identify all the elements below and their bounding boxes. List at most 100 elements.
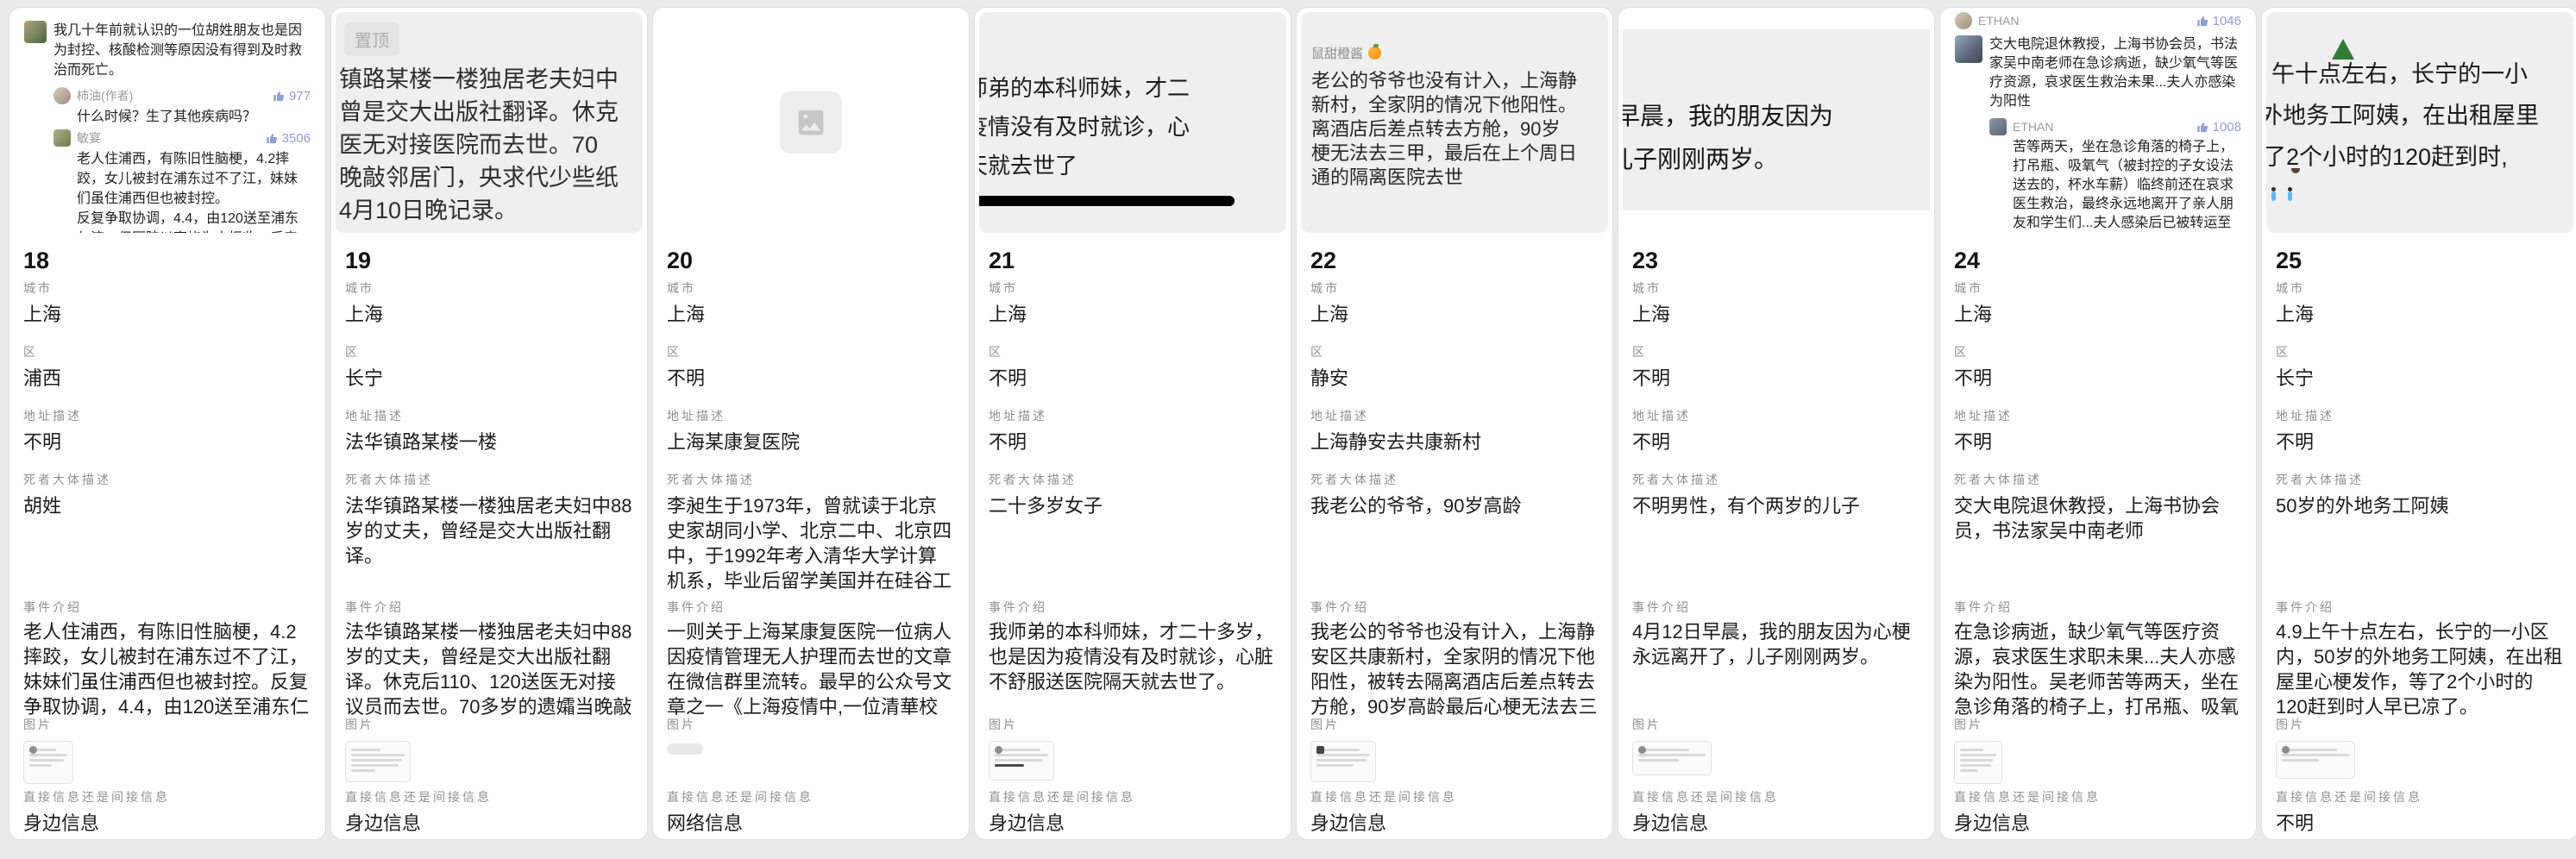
field-value-event: 我师弟的本科师妹，才二十多岁，也是因为疫情没有及时就诊，心脏不舒服送医院隔天就去…: [989, 619, 1277, 694]
record-number: 20: [667, 241, 955, 279]
record-card-19[interactable]: 置顶 镇路某楼一楼独居老夫妇中 曾是交大出版社翻译。休克 医无对接医院而去世。7…: [330, 7, 648, 840]
field-label-direct: 直接信息还是间接信息: [1632, 788, 1920, 806]
field-label-direct: 直接信息还是间接信息: [989, 788, 1277, 806]
field-label-address: 地址描述: [1954, 407, 2242, 424]
field-value-address: 上海静安去共康新村: [1310, 430, 1599, 455]
attachment-preview[interactable]: 置顶 镇路某楼一楼独居老夫妇中 曾是交大出版社翻译。休克 医无对接医院而去世。7…: [336, 12, 643, 233]
field-label-address: 地址描述: [2276, 407, 2564, 424]
field-label-district: 区: [1310, 343, 1599, 361]
field-label-event: 事件介绍: [2276, 599, 2564, 616]
attachment-preview[interactable]: 师弟的本科师妹，才二 疫情没有及时就诊，心 天就去世了: [979, 12, 1286, 233]
field-value-district: 不明: [1954, 366, 2242, 391]
attachment-preview[interactable]: 早晨，我的朋友因为 儿子刚刚两岁。: [1623, 12, 1930, 233]
field-value-deceased: 不明男性，有个两岁的儿子: [1632, 493, 1920, 518]
field-value-address: 法华镇路某楼一楼: [345, 430, 633, 455]
field-label-city: 城市: [345, 279, 633, 297]
field-label-direct: 直接信息还是间接信息: [667, 788, 955, 806]
record-card-21[interactable]: 师弟的本科师妹，才二 疫情没有及时就诊，心 天就去世了 21 城市上海 区不明 …: [974, 7, 1291, 840]
field-value-event: 我老公的爷爷也没有计入，上海静安区共康新村，全家阴的情况下他阳性，被转去隔离酒店…: [1310, 619, 1599, 716]
field-label-image: 图片: [2276, 716, 2564, 733]
thumbs-up-icon: [2196, 121, 2209, 134]
field-value-direct: 不明: [2276, 811, 2564, 836]
image-thumbnail[interactable]: [1954, 741, 2002, 784]
image-thumbnail[interactable]: [1310, 741, 1376, 782]
record-number: 22: [1310, 241, 1599, 279]
field-label-district: 区: [345, 343, 633, 361]
record-card-18[interactable]: 我几十年前就认识的一位胡姓朋友也是因为封控、核酸检测等原因没有得到及时救治而死亡…: [9, 7, 326, 840]
avatar: [1955, 12, 1972, 29]
attachment-preview[interactable]: [657, 12, 964, 233]
image-thumbnail-loading[interactable]: [667, 743, 703, 755]
field-label-image: 图片: [989, 716, 1277, 733]
field-label-deceased: 死者大体描述: [667, 471, 955, 488]
field-label-district: 区: [23, 343, 311, 361]
field-label-image: 图片: [1632, 716, 1920, 733]
field-label-city: 城市: [1632, 279, 1920, 297]
field-value-address: 不明: [1954, 430, 2242, 455]
field-value-district: 长宁: [345, 366, 633, 391]
card-gallery: 我几十年前就认识的一位胡姓朋友也是因为封控、核酸检测等原因没有得到及时救治而死亡…: [0, 0, 2576, 840]
field-value-city: 上海: [1954, 302, 2242, 327]
avatar: [1638, 746, 1646, 754]
field-value-event: 在急诊病逝，缺少氧气等医疗资源，哀求医生求职未果...夫人亦感染为阳性。吴老师苦…: [1954, 619, 2242, 716]
field-label-image: 图片: [345, 716, 633, 733]
field-value-event: 一则关于上海某康复医院一位病人因疫情管理无人护理而去世的文章在微信群里流转。最早…: [667, 619, 955, 716]
field-value-event: 法华镇路某楼一楼独居老夫妇中88岁的丈夫，曾经是交大出版社翻译。休克后110、1…: [345, 619, 633, 716]
field-label-event: 事件介绍: [667, 599, 955, 616]
image-thumbnail[interactable]: [23, 741, 73, 784]
avatar: [995, 746, 1002, 754]
record-card-20[interactable]: 20 城市上海 区不明 地址描述上海某康复医院 死者大体描述李昶生于1973年，…: [652, 7, 970, 840]
field-label-image: 图片: [23, 716, 311, 733]
avatar: [53, 87, 71, 104]
image-thumbnail[interactable]: [345, 741, 411, 782]
redaction-bar: [979, 196, 1235, 206]
avatar: [24, 21, 47, 43]
field-value-district: 不明: [1632, 366, 1920, 391]
field-label-deceased: 死者大体描述: [989, 471, 1277, 488]
field-label-city: 城市: [23, 279, 311, 297]
avatar: [53, 129, 71, 147]
record-card-23[interactable]: 早晨，我的朋友因为 儿子刚刚两岁。 23 城市上海 区不明 地址描述不明 死者大…: [1618, 7, 1935, 840]
thumbs-up-icon: [273, 90, 286, 103]
field-label-district: 区: [989, 343, 1277, 361]
image-thumbnail[interactable]: [1632, 741, 1712, 775]
field-value-direct: 身边信息: [23, 811, 311, 836]
record-card-22[interactable]: 鼠甜橙酱 老公的爷爷也没有计入，上海静 新村，全家阴的情况下他阳性。 离酒店后差…: [1296, 7, 1613, 840]
field-value-direct: 身边信息: [1954, 811, 2242, 836]
avatar: [29, 746, 37, 754]
field-value-direct: 身边信息: [1310, 811, 1599, 836]
field-label-image: 图片: [1310, 716, 1599, 733]
field-value-city: 上海: [2276, 302, 2564, 327]
commenter-name: 敏宴: [77, 129, 260, 147]
field-value-deceased: 二十多岁女子: [989, 493, 1277, 518]
comment-text: 什么时候？生了其他疾病吗？: [77, 107, 311, 127]
attachment-preview[interactable]: 鼠甜橙酱 老公的爷爷也没有计入，上海静 新村，全家阴的情况下他阳性。 离酒店后差…: [1301, 12, 1608, 233]
field-value-deceased: 交大电院退休教授，上海书协会员，书法家吴中南老师: [1954, 493, 2242, 543]
field-value-district: 不明: [667, 366, 955, 391]
image-placeholder-icon: [780, 91, 842, 154]
avatar: [1955, 35, 1982, 63]
attachment-preview[interactable]: ETHAN 1046 交大电院退休教授，上海书协会员，书法家吴中南老师在急诊病逝…: [1945, 12, 2252, 233]
field-label-deceased: 死者大体描述: [1632, 471, 1920, 488]
field-label-event: 事件介绍: [345, 599, 633, 616]
field-label-address: 地址描述: [667, 407, 955, 424]
field-value-direct: 网络信息: [667, 811, 955, 836]
field-label-city: 城市: [667, 279, 955, 297]
field-value-address: 不明: [23, 430, 311, 455]
post-text: 交大电院退休教授，上海书协会员，书法家吴中南老师在急诊病逝，缺少氧气等医疗资源，…: [1989, 35, 2241, 111]
record-card-25[interactable]: 午十点左右，长宁的一小 外地务工阿姨，在出租屋里 了2个小时的120赶到时, 2…: [2261, 7, 2576, 840]
field-value-event: 老人住浦西，有陈旧性脑梗，4.2摔跤，女儿被封在浦东过不了江，妹妹们虽住浦西但也…: [23, 619, 311, 716]
record-card-24[interactable]: ETHAN 1046 交大电院退休教授，上海书协会员，书法家吴中南老师在急诊病逝…: [1939, 7, 2257, 840]
field-value-direct: 身边信息: [1632, 811, 1920, 836]
poster-name: 鼠甜橙酱: [1311, 44, 1363, 62]
image-thumbnail[interactable]: [989, 741, 1054, 781]
field-label-image: 图片: [1954, 716, 2242, 733]
field-value-event: 4月12日早晨，我的朋友因为心梗永远离开了，儿子刚刚两岁。: [1632, 619, 1920, 669]
attachment-preview[interactable]: 午十点左右，长宁的一小 外地务工阿姨，在出租屋里 了2个小时的120赶到时,: [2266, 12, 2573, 233]
record-number: 25: [2276, 241, 2564, 279]
attachment-preview[interactable]: 我几十年前就认识的一位胡姓朋友也是因为封控、核酸检测等原因没有得到及时救治而死亡…: [14, 12, 321, 233]
like-count: 1008: [2196, 120, 2241, 135]
image-thumbnail[interactable]: [2276, 741, 2355, 779]
field-value-event: 4.9上午十点左右，长宁的一小区内，50岁的外地务工阿姨，在出租屋里心梗发作，等…: [2276, 619, 2564, 716]
record-number: 19: [345, 241, 633, 279]
